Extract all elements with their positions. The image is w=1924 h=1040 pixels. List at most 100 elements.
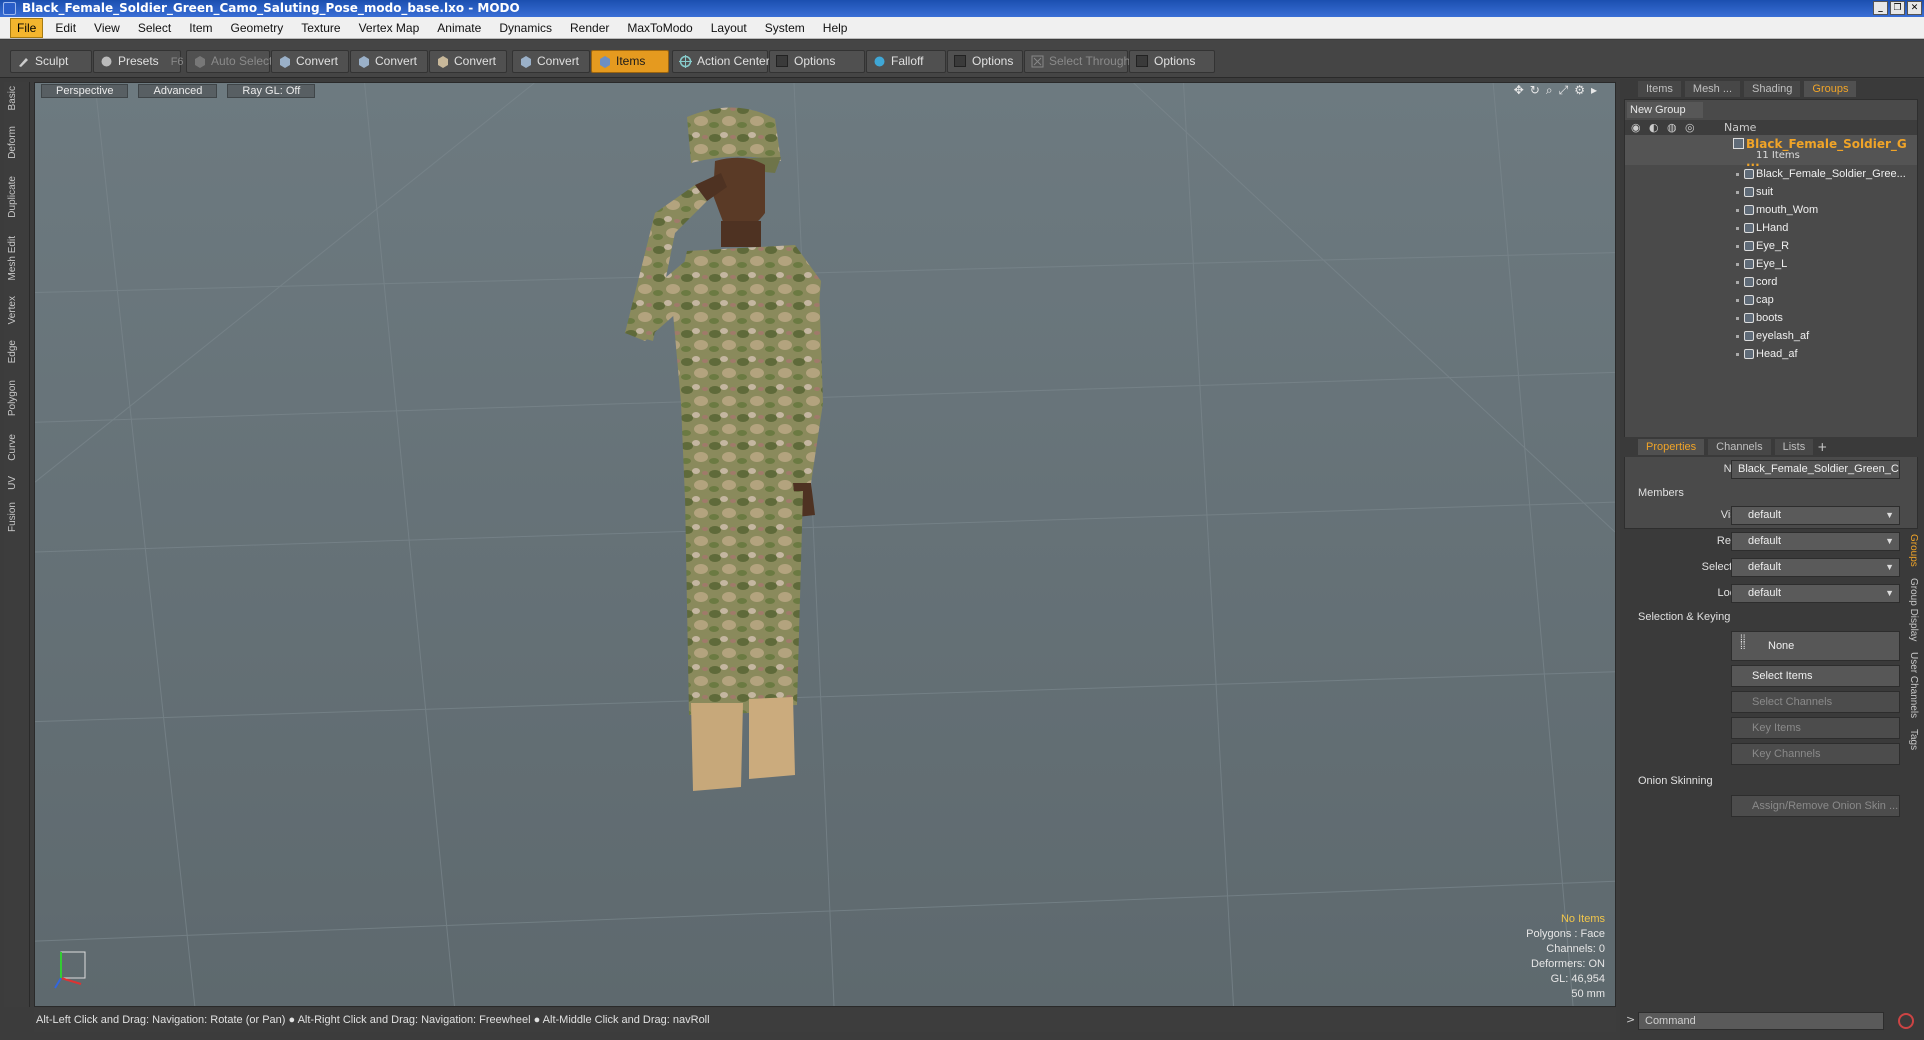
onion-skinning-section[interactable]: Onion Skinning (1624, 771, 1918, 791)
tab-lists[interactable]: Lists (1774, 439, 1814, 455)
members-section[interactable]: Members (1624, 483, 1918, 503)
tree-expander-icon[interactable] (1736, 281, 1739, 284)
group-child-row[interactable]: mouth_Wom (1625, 201, 1917, 219)
menu-system[interactable]: System (759, 19, 811, 37)
options-button-3[interactable]: Options (1129, 50, 1215, 73)
options-checkbox-1[interactable] (776, 55, 788, 67)
command-input[interactable]: Command (1638, 1012, 1884, 1030)
tab-items[interactable]: Items (1638, 81, 1681, 97)
view-mode-dropdown[interactable]: Perspective (41, 84, 129, 98)
falloff-button[interactable]: Falloff (866, 50, 946, 73)
add-tab-icon[interactable]: + (1817, 440, 1827, 454)
options-checkbox-2[interactable] (954, 55, 966, 67)
menu-edit[interactable]: Edit (49, 19, 82, 37)
tab-shading[interactable]: Shading (1744, 81, 1801, 97)
tab-channels[interactable]: Channels (1708, 439, 1771, 455)
menu-geometry[interactable]: Geometry (225, 19, 290, 37)
menu-dynamics[interactable]: Dynamics (493, 19, 558, 37)
selection-keying-section[interactable]: Selection & Keying (1624, 607, 1918, 627)
group-child-row[interactable]: Eye_R (1625, 237, 1917, 255)
menu-file[interactable]: File (10, 17, 44, 38)
menu-item[interactable]: Item (183, 19, 218, 37)
presets-button[interactable]: Presets F6 (93, 50, 184, 73)
tree-expander-icon[interactable] (1736, 299, 1739, 302)
raygl-toggle[interactable]: Ray GL: Off (227, 84, 316, 98)
menu-texture[interactable]: Texture (295, 19, 346, 37)
tree-expander-icon[interactable] (1736, 191, 1739, 194)
name-field[interactable]: Black_Female_Soldier_Green_Ca (1731, 460, 1900, 479)
tab-groups[interactable]: Groups (1804, 81, 1857, 97)
tree-expander-icon[interactable] (1736, 209, 1739, 212)
assign-onion-skin-button[interactable]: Assign/Remove Onion Skin ... (1731, 795, 1900, 817)
group-child-row[interactable]: cord (1625, 273, 1917, 291)
group-child-row[interactable]: Black_Female_Soldier_Gree... (1625, 165, 1917, 183)
tree-expander-icon[interactable] (1736, 227, 1739, 230)
convert-button-2[interactable]: Convert (350, 50, 428, 73)
tree-expander-icon[interactable] (1736, 173, 1739, 176)
options-button-1[interactable]: Options (769, 50, 865, 73)
group-child-row[interactable]: Eye_L (1625, 255, 1917, 273)
viewport-menu-arrow-icon[interactable]: ▸ (1591, 83, 1597, 98)
group-child-row[interactable]: cap (1625, 291, 1917, 309)
key-channels-button[interactable]: Key Channels (1731, 743, 1900, 765)
tree-expander-icon[interactable] (1736, 335, 1739, 338)
selectable-dropdown[interactable]: default ▼ (1731, 558, 1900, 577)
left-tab-basic[interactable]: Basic (7, 86, 27, 110)
convert-button-4[interactable]: Convert (512, 50, 590, 73)
left-tab-edge[interactable]: Edge (7, 340, 27, 363)
side-tab-tags[interactable]: Tags (1908, 729, 1919, 750)
action-center-button[interactable]: Action Center (672, 50, 770, 73)
none-button[interactable]: ⁞⁞ ⁞⁞ None (1731, 631, 1900, 661)
left-tab-curve[interactable]: Curve (7, 434, 27, 461)
auto-select-button[interactable]: Auto Select (186, 50, 272, 73)
tree-expander-icon[interactable] (1736, 353, 1739, 356)
items-mode-button[interactable]: Items (591, 50, 669, 73)
tab-mesh[interactable]: Mesh ... (1684, 81, 1741, 97)
left-tab-uv[interactable]: UV (7, 476, 27, 490)
options-button-2[interactable]: Options (947, 50, 1023, 73)
menu-help[interactable]: Help (817, 19, 854, 37)
rotate-icon[interactable]: ↻ (1530, 83, 1540, 98)
minimize-icon[interactable]: _ (1873, 1, 1888, 15)
zoom-icon[interactable]: ⌕ (1546, 83, 1553, 98)
convert-button-3[interactable]: Convert (429, 50, 507, 73)
shading-mode-dropdown[interactable]: Advanced (138, 84, 218, 98)
key-items-button[interactable]: Key Items (1731, 717, 1900, 739)
group-child-row[interactable]: LHand (1625, 219, 1917, 237)
select-channels-button[interactable]: Select Channels (1731, 691, 1900, 713)
menu-view[interactable]: View (88, 19, 126, 37)
menu-select[interactable]: Select (132, 19, 177, 37)
side-tab-group-display[interactable]: Group Display (1908, 578, 1919, 641)
left-tab-mesh-edit[interactable]: Mesh Edit (7, 236, 27, 280)
menu-animate[interactable]: Animate (431, 19, 487, 37)
close-icon[interactable]: ✕ (1907, 1, 1922, 15)
menu-vertex-map[interactable]: Vertex Map (353, 19, 426, 37)
tab-properties[interactable]: Properties (1638, 439, 1705, 455)
render-dropdown[interactable]: default ▼ (1731, 532, 1900, 551)
restore-icon[interactable]: ❐ (1890, 1, 1905, 15)
left-tab-deform[interactable]: Deform (7, 126, 27, 159)
3d-viewport[interactable]: Perspective Advanced Ray GL: Off ✥ ↻ ⌕ ⤢… (34, 82, 1616, 1007)
left-tab-duplicate[interactable]: Duplicate (7, 176, 27, 218)
visible-dropdown[interactable]: default ▼ (1731, 506, 1900, 525)
pan-icon[interactable]: ✥ (1514, 83, 1524, 98)
select-through-button[interactable]: Select Through (1024, 50, 1130, 73)
side-tab-user-channels[interactable]: User Channels (1908, 652, 1919, 718)
side-tab-groups[interactable]: Groups (1908, 534, 1919, 567)
left-tab-vertex[interactable]: Vertex (7, 296, 27, 324)
new-group-button[interactable]: New Group (1627, 102, 1703, 118)
group-child-row[interactable]: Head_af (1625, 345, 1917, 363)
soldier-3d-model[interactable] (625, 103, 925, 823)
menu-maxtomodo[interactable]: MaxToModo (621, 19, 698, 37)
convert-button-1[interactable]: Convert (271, 50, 349, 73)
group-row-parent[interactable]: Black_Female_Soldier_G ... 11 Items (1625, 135, 1917, 169)
command-history-icon[interactable] (1898, 1013, 1914, 1029)
viewport-settings-icon[interactable]: ⚙ (1574, 83, 1585, 98)
left-tab-polygon[interactable]: Polygon (7, 380, 27, 416)
left-tab-fusion[interactable]: Fusion (7, 502, 27, 532)
menu-layout[interactable]: Layout (705, 19, 753, 37)
group-child-row[interactable]: boots (1625, 309, 1917, 327)
tree-expander-icon[interactable] (1736, 245, 1739, 248)
tree-expander-icon[interactable] (1736, 317, 1739, 320)
group-child-row[interactable]: eyelash_af (1625, 327, 1917, 345)
